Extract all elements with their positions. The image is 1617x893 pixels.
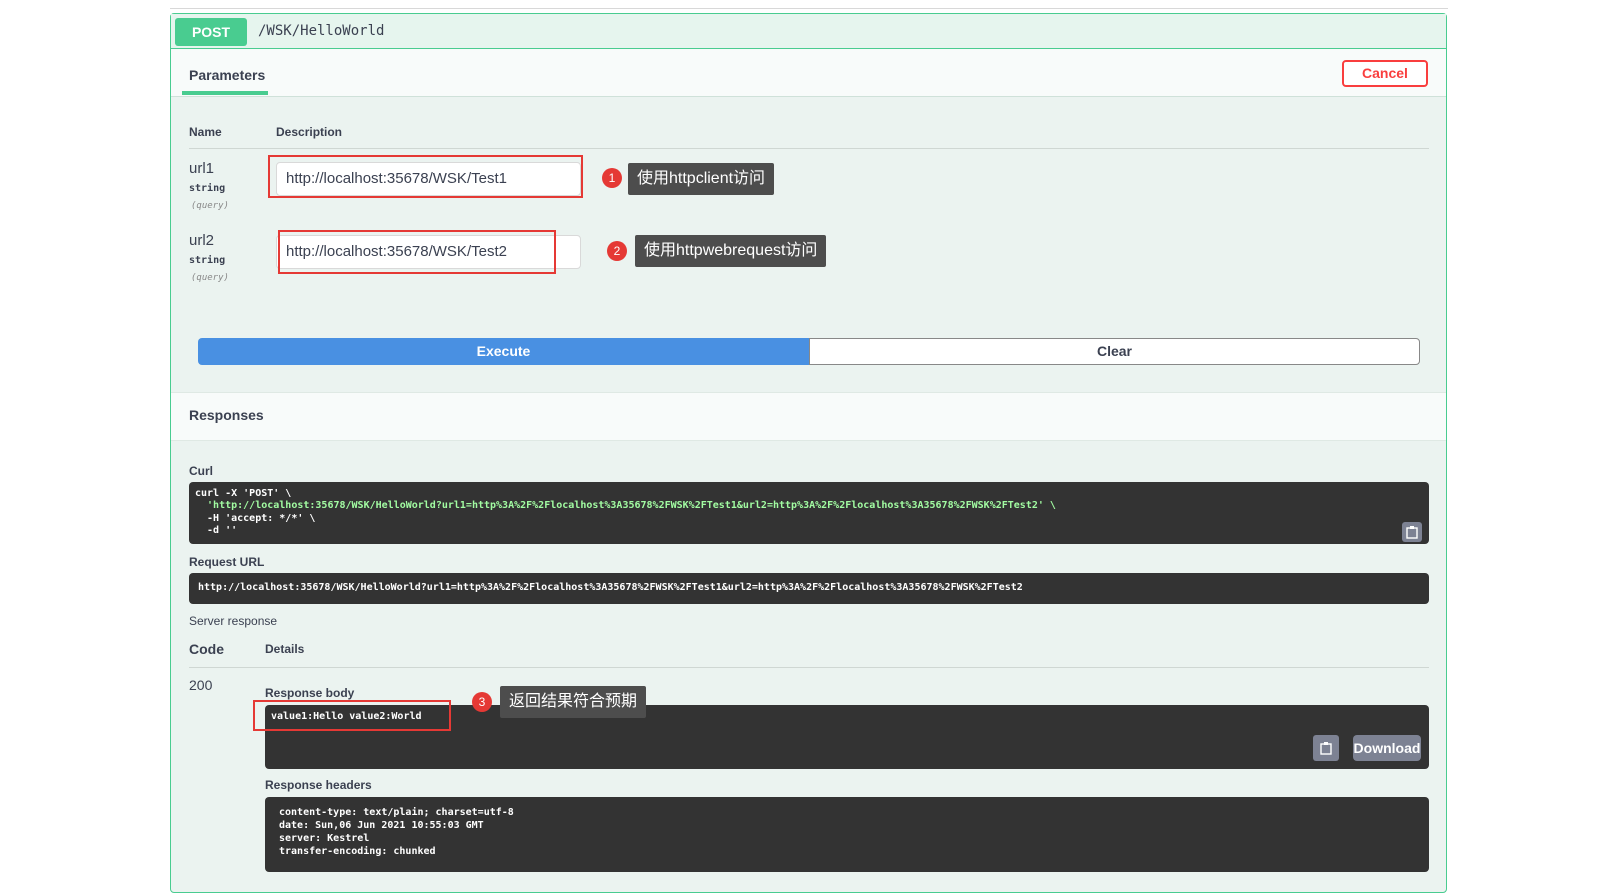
annotation-badge-3: 3	[472, 692, 492, 712]
download-button[interactable]: Download	[1353, 735, 1421, 761]
responses-title: Responses	[189, 407, 264, 423]
curl-line: -d ''	[195, 525, 238, 536]
curl-line: 'http://localhost:35678/WSK/HelloWorld?u…	[195, 500, 1056, 511]
annotation-tip-2: 使用httpwebrequest访问	[635, 235, 827, 267]
curl-line: curl -X 'POST' \	[195, 488, 292, 499]
name-column-header: Name	[189, 125, 222, 139]
annotation-badge-2: 2	[607, 241, 627, 261]
response-header-line: server: Kestrel	[279, 833, 370, 844]
tab-active-indicator	[182, 91, 268, 95]
request-url-text: http://localhost:35678/WSK/HelloWorld?ur…	[198, 582, 1023, 593]
method-badge: POST	[175, 18, 247, 46]
annotation-tip-3: 返回结果符合预期	[500, 686, 647, 718]
header-divider	[189, 148, 1429, 149]
request-url-block[interactable]: http://localhost:35678/WSK/HelloWorld?ur…	[189, 573, 1429, 604]
response-body-label: Response body	[265, 686, 355, 700]
response-headers-block[interactable]: content-type: text/plain; charset=utf-8 …	[265, 797, 1429, 872]
copy-curl-icon[interactable]	[1402, 522, 1422, 542]
request-url-label: Request URL	[189, 555, 265, 569]
annotation-tip-1: 使用httpclient访问	[628, 163, 775, 195]
details-column-header: Details	[265, 642, 305, 656]
response-code: 200	[189, 677, 213, 693]
clear-button[interactable]: Clear	[809, 338, 1420, 365]
cancel-button[interactable]: Cancel	[1342, 60, 1428, 87]
curl-code-block[interactable]: curl -X 'POST' \ 'http://localhost:35678…	[189, 482, 1429, 544]
param-type-url1: string	[189, 183, 226, 194]
param-name-url2: url2	[189, 232, 215, 249]
parameters-tab-bar	[171, 49, 1446, 97]
description-column-header: Description	[276, 125, 343, 139]
response-headers-label: Response headers	[265, 778, 372, 792]
tab-parameters[interactable]: Parameters	[189, 67, 265, 83]
response-header-line: date: Sun,06 Jun 2021 10:55:03 GMT	[279, 820, 484, 831]
param-in-url1: (query)	[191, 201, 229, 211]
response-table-divider	[189, 667, 1429, 668]
server-response-label: Server response	[189, 614, 278, 628]
curl-line: -H 'accept: */*' \	[195, 513, 316, 524]
annotation-box-3	[253, 700, 451, 731]
copy-response-icon[interactable]	[1313, 735, 1339, 761]
annotation-box-2	[278, 230, 556, 274]
response-header-line: transfer-encoding: chunked	[279, 846, 436, 857]
responses-header-bar	[171, 392, 1446, 441]
response-header-line: content-type: text/plain; charset=utf-8	[279, 807, 514, 818]
curl-label: Curl	[189, 464, 213, 478]
annotation-box-1	[268, 155, 583, 198]
execute-button[interactable]: Execute	[198, 338, 809, 365]
param-in-url2: (query)	[191, 273, 229, 283]
param-name-url1: url1	[189, 160, 215, 177]
operation-path: /WSK/HelloWorld	[258, 23, 385, 39]
top-divider	[170, 8, 1448, 9]
code-column-header: Code	[189, 641, 224, 657]
param-type-url2: string	[189, 255, 226, 266]
annotation-badge-1: 1	[602, 168, 622, 188]
